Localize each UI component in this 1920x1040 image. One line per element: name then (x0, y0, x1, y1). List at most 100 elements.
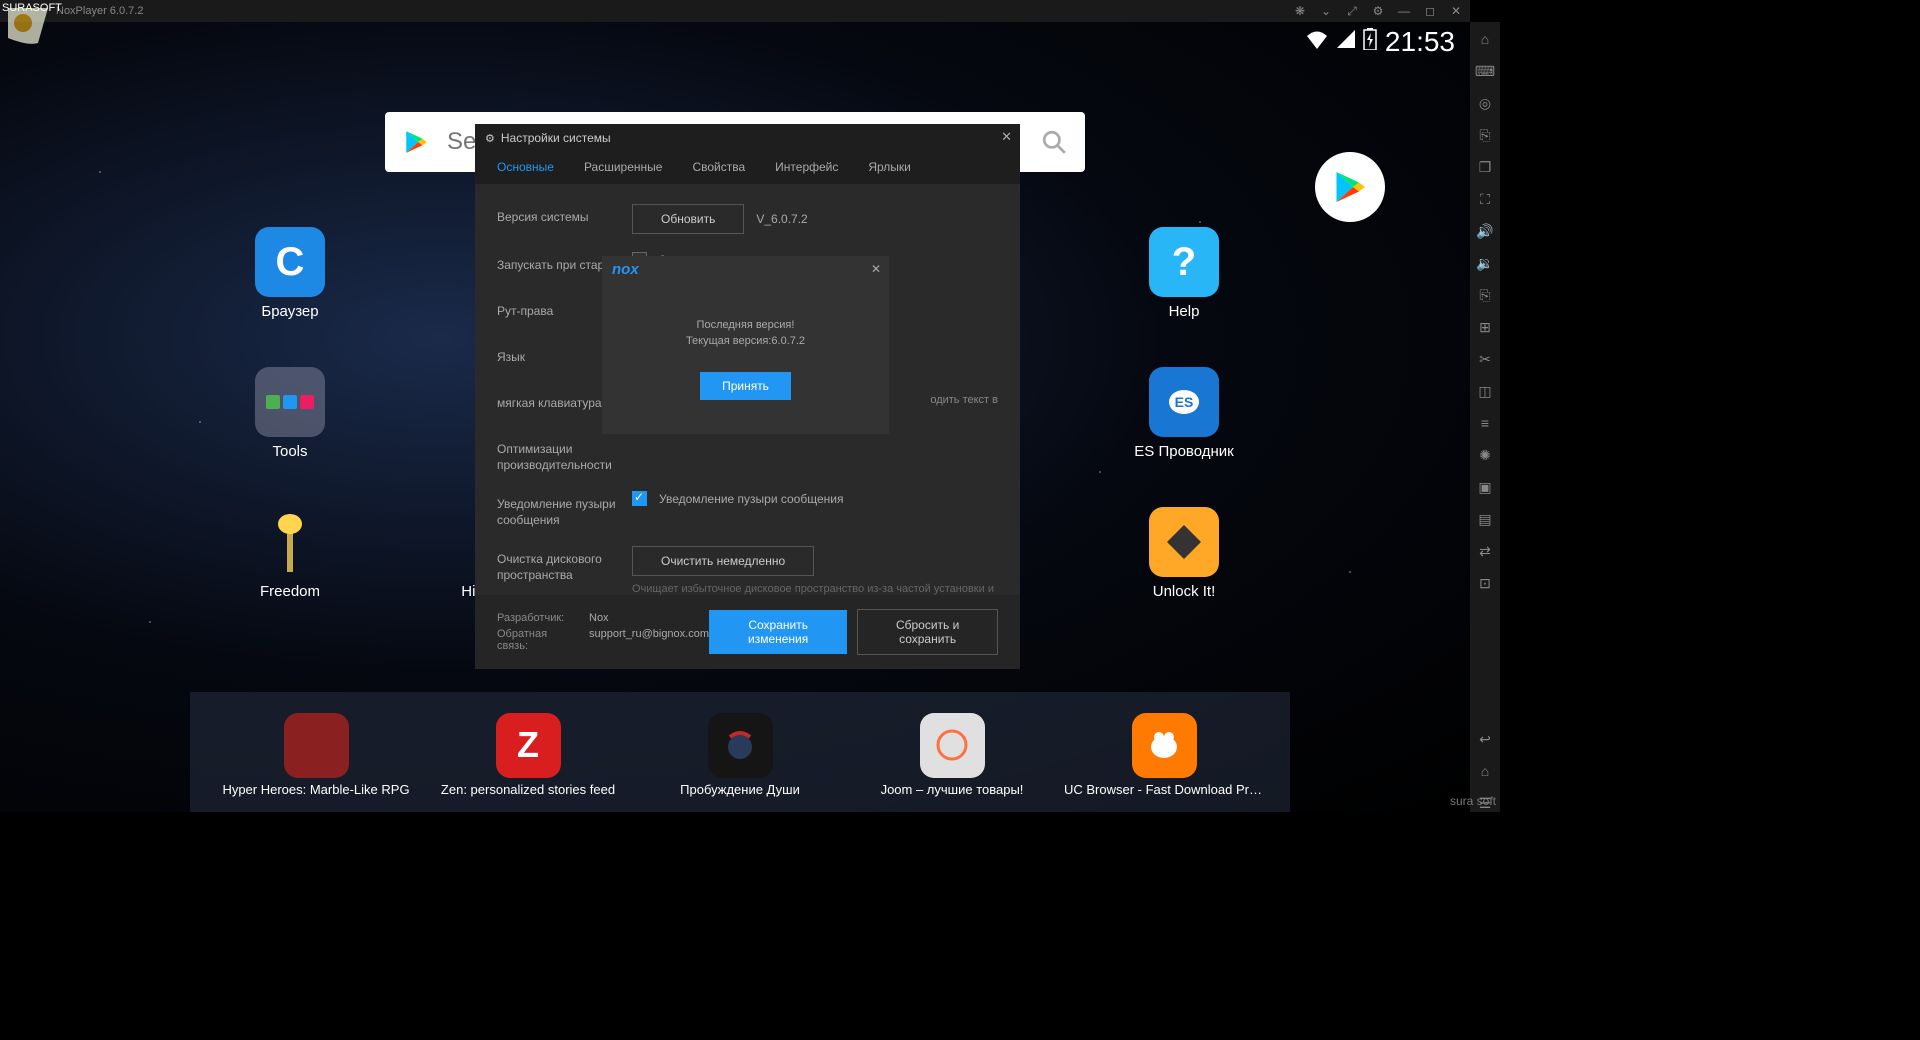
tab-shortcuts[interactable]: Ярлыки (864, 152, 915, 184)
dock-item-hyper-heroes[interactable]: Hyper Heroes: Marble-Like RPG (216, 713, 416, 797)
surasoft-watermark: SURASOFT (2, 2, 62, 14)
search-icon[interactable] (1041, 129, 1067, 155)
settings-header: ⚙ Настройки системы ✕ (475, 124, 1020, 152)
play-store-fab[interactable] (1315, 152, 1385, 222)
wifi-icon (1305, 29, 1329, 55)
dock-item-soul[interactable]: Пробуждение Души (640, 713, 840, 797)
rotate-icon[interactable]: ⊡ (1476, 574, 1494, 592)
settings-close-icon[interactable]: ✕ (1001, 129, 1012, 145)
label-perf: Оптимизации производительности (497, 436, 632, 473)
app-es-explorer[interactable]: ES ES Проводник (1124, 367, 1244, 460)
app-label: ES Проводник (1134, 443, 1233, 460)
dock-label: Joom – лучшие товары! (852, 782, 1052, 797)
help-icon: ? (1149, 227, 1219, 297)
toggle-icon[interactable]: ⇄ (1476, 542, 1494, 560)
version-text: V_6.0.7.2 (756, 212, 807, 226)
close-icon[interactable]: ✕ (1448, 3, 1464, 19)
dock-label: Hyper Heroes: Marble-Like RPG (216, 782, 416, 797)
tab-properties[interactable]: Свойства (688, 152, 749, 184)
dock-item-joom[interactable]: Joom – лучшие товары! (852, 713, 1052, 797)
more-icon[interactable]: ≡ (1476, 414, 1494, 432)
video-icon[interactable]: ▣ (1476, 478, 1494, 496)
volume-up-icon[interactable]: 🔊 (1476, 222, 1494, 240)
dock-app-icon: Z (496, 713, 561, 778)
keyboard-icon[interactable]: ⌨ (1476, 62, 1494, 80)
bubble-checkbox[interactable] (632, 491, 647, 506)
two-window-icon[interactable]: ◫ (1476, 382, 1494, 400)
dock-app-icon (284, 713, 349, 778)
dropdown-icon[interactable]: ⌄ (1318, 3, 1334, 19)
back-icon[interactable]: ↩ (1476, 730, 1494, 748)
settings-tabs: Основные Расширенные Свойства Интерфейс … (475, 152, 1020, 184)
unlock-icon (1149, 507, 1219, 577)
dock-item-zen[interactable]: ZZen: personalized stories feed (428, 713, 628, 797)
android-statusbar: 21:53 (1305, 22, 1470, 62)
gear-icon: ⚙ (485, 132, 495, 145)
theme-icon[interactable]: ❋ (1292, 3, 1308, 19)
right-toolbox: ⌂ ⌨ ◎ ⎘ ❐ ⛶ 🔊 🔉 ⎘ ⊞ ✂ ◫ ≡ ✺ ▣ ▤ ⇄ ⊡ ↩ ⌂ … (1470, 22, 1500, 812)
settings-title: Настройки системы (501, 131, 611, 145)
location-icon[interactable]: ◎ (1476, 94, 1494, 112)
settings-footer: Разработчик: Nox Обратная связь: support_r… (475, 595, 1020, 669)
reset-button[interactable]: Сбросить и сохранить (857, 609, 998, 655)
record-icon[interactable]: ✺ (1476, 446, 1494, 464)
footer-fb-value: support_ru@bignox.com (589, 628, 709, 652)
update-line2: Текущая версия:6.0.7.2 (686, 333, 805, 350)
update-button[interactable]: Обновить (632, 204, 744, 234)
screenshot-icon[interactable]: ❐ (1476, 158, 1494, 176)
play-store-icon (403, 129, 429, 155)
footer-dev-value: Nox (589, 612, 609, 624)
bubble-check-label: Уведомление пузыри сообщения (659, 492, 843, 506)
surasoft-watermark-br: sura soft (1450, 794, 1496, 808)
my-computer-icon[interactable]: ⎘ (1476, 126, 1494, 144)
volume-down-icon[interactable]: 🔉 (1476, 254, 1494, 272)
minimize-icon[interactable]: — (1396, 3, 1412, 19)
maximize-icon[interactable]: ◻ (1422, 3, 1438, 19)
nox-logo: nox (612, 261, 639, 278)
pin-icon[interactable]: ⤢ (1344, 3, 1360, 19)
apk-icon[interactable]: ⎘ (1476, 286, 1494, 304)
tab-interface[interactable]: Интерфейс (771, 152, 842, 184)
save-button[interactable]: Сохранить изменения (709, 610, 847, 654)
home-icon[interactable]: ⌂ (1476, 762, 1494, 780)
fullscreen-icon[interactable]: ⛶ (1476, 190, 1494, 208)
dock-app-icon (920, 713, 985, 778)
corner-badge-icon (8, 8, 48, 48)
play-store-icon (1332, 169, 1368, 205)
tab-advanced[interactable]: Расширенные (580, 152, 667, 184)
macro-icon[interactable]: ▤ (1476, 510, 1494, 528)
app-help[interactable]: ? Help (1124, 227, 1244, 320)
update-close-icon[interactable]: ✕ (871, 262, 881, 276)
disk-hint: Очищает избыточное дисковое пространство… (632, 582, 998, 595)
multi-instance-icon[interactable]: ⊞ (1476, 318, 1494, 336)
dock-item-uc[interactable]: UC Browser - Fast Download Private (1064, 713, 1264, 797)
app-browser[interactable]: C Браузер (230, 227, 350, 320)
dock-app-icon (708, 713, 773, 778)
app-title: NoxPlayer 6.0.7.2 (56, 5, 143, 17)
clean-now-button[interactable]: Очистить немедленно (632, 546, 814, 576)
footer-fb-label: Обратная связь: (497, 628, 577, 652)
app-label: Браузер (261, 303, 318, 320)
folder-icon (255, 367, 325, 437)
tab-general[interactable]: Основные (493, 152, 558, 184)
softkb-hint-partial: одить текст в (930, 394, 998, 406)
footer-dev-label: Разработчик: (497, 612, 577, 624)
update-popup: nox ✕ Последняя версия! Текущая версия:6… (602, 256, 889, 434)
app-unlock[interactable]: Unlock It! (1124, 507, 1244, 600)
app-tools-folder[interactable]: Tools (230, 367, 350, 460)
accept-button[interactable]: Принять (700, 372, 791, 400)
freedom-icon (255, 507, 325, 577)
battery-charging-icon (1363, 28, 1377, 56)
dock: Hyper Heroes: Marble-Like RPG ZZen: pers… (190, 692, 1290, 812)
app-freedom[interactable]: Freedom (230, 507, 350, 600)
signal-icon (1337, 30, 1355, 54)
shake-icon[interactable]: ⌂ (1476, 30, 1494, 48)
app-label: Help (1169, 303, 1200, 320)
settings-icon[interactable]: ⚙ (1370, 3, 1386, 19)
app-label: Freedom (260, 583, 320, 600)
scissors-icon[interactable]: ✂ (1476, 350, 1494, 368)
status-time: 21:53 (1385, 26, 1455, 58)
dock-app-icon (1132, 713, 1197, 778)
es-explorer-icon: ES (1149, 367, 1219, 437)
browser-icon: C (255, 227, 325, 297)
